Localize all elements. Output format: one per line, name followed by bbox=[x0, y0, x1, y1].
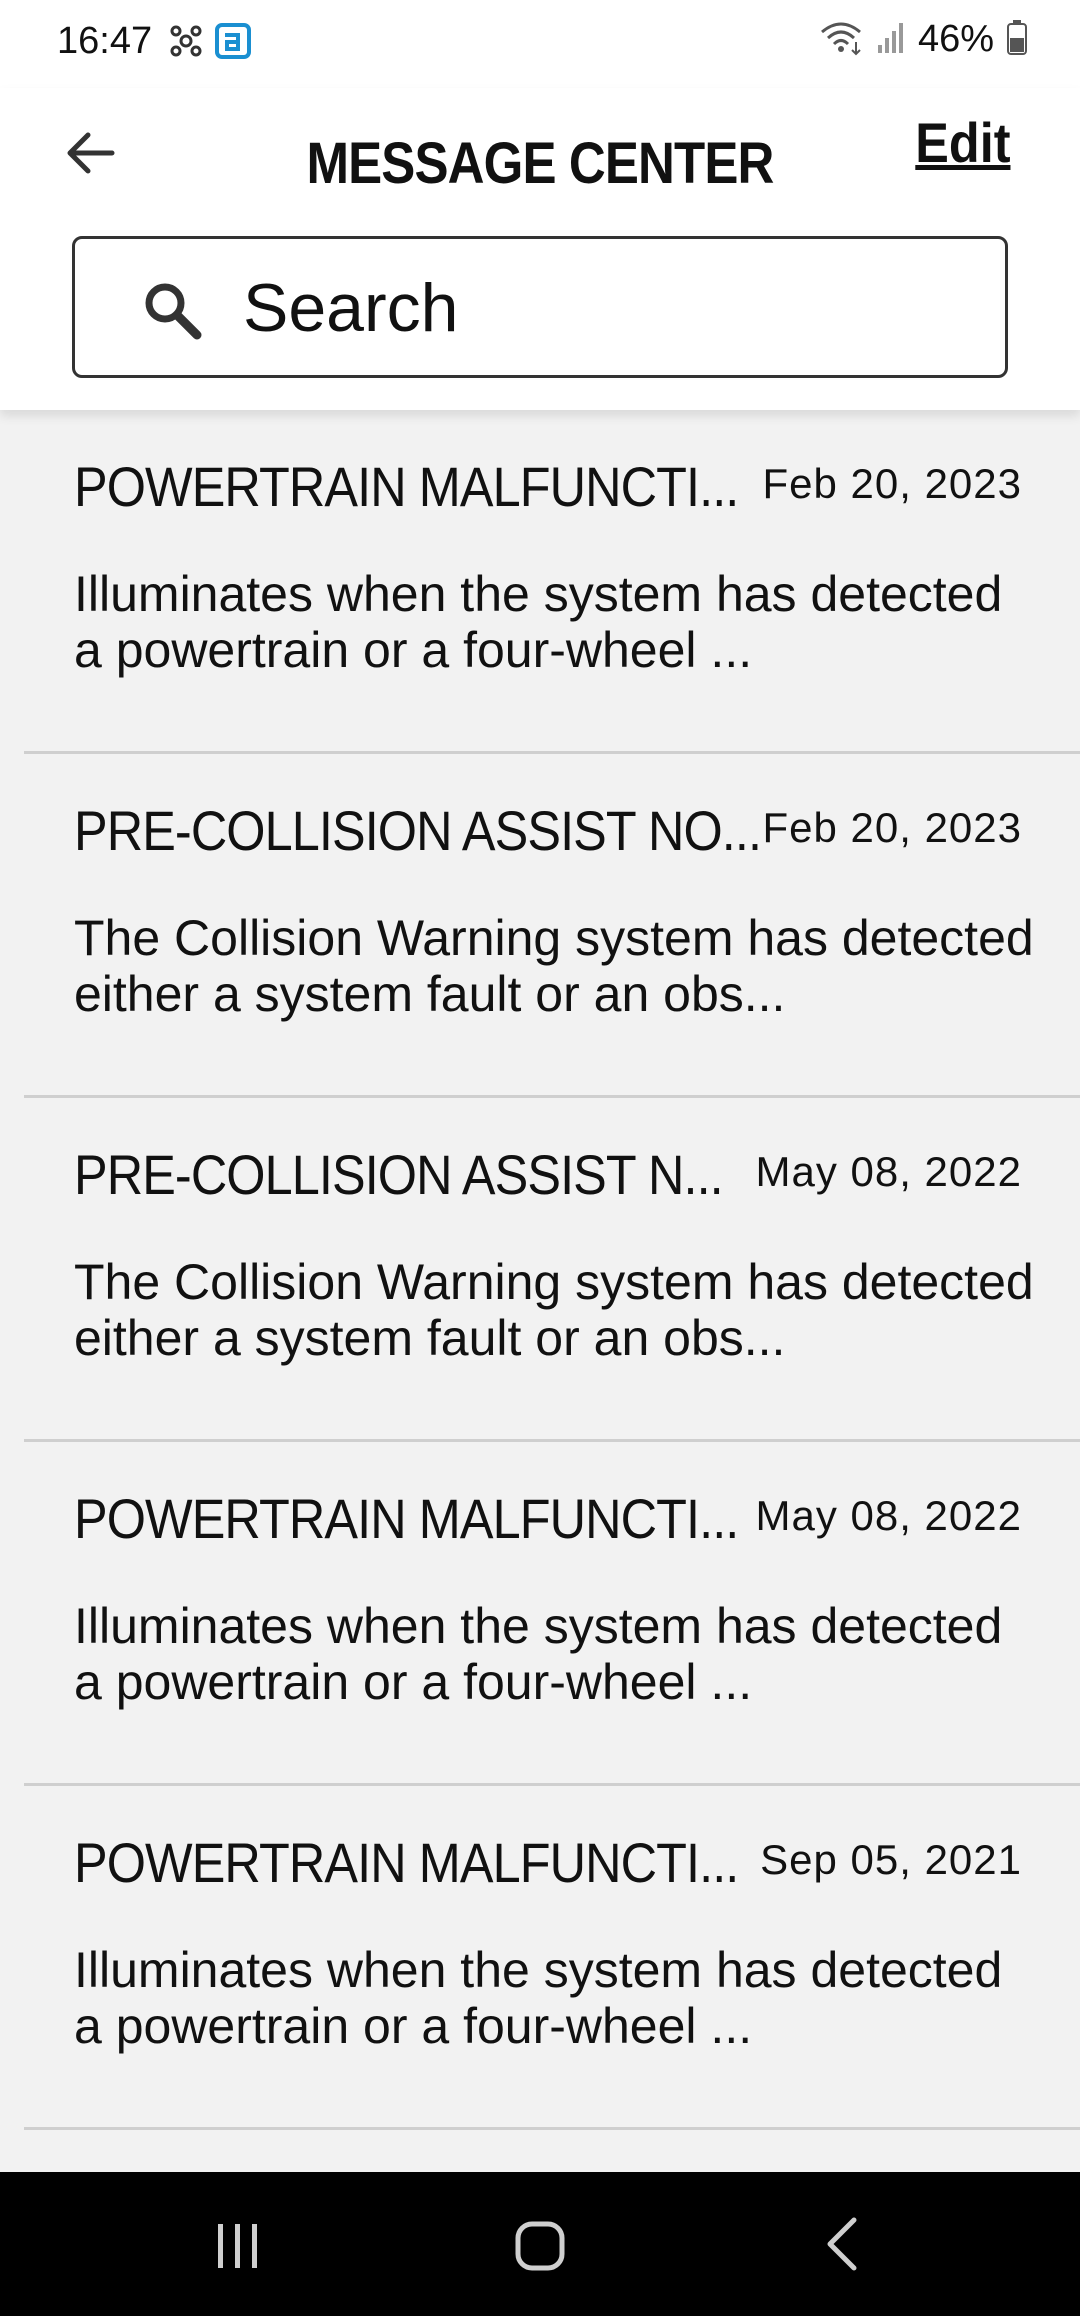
wifi-icon bbox=[818, 18, 864, 61]
battery-icon bbox=[1006, 18, 1028, 61]
app-header: MESSAGE CENTER Edit Search bbox=[0, 88, 1080, 410]
status-icons-right: 46% bbox=[818, 18, 1028, 61]
edit-button[interactable]: Edit bbox=[916, 110, 1011, 175]
message-date: May 08, 2022 bbox=[755, 1148, 1022, 1195]
message-date: Sep 05, 2021 bbox=[760, 1836, 1022, 1883]
message-preview: The Collision Warning system has detecte… bbox=[74, 910, 1034, 1022]
message-item[interactable]: POWERTRAIN MALFUNCTI... Sep 05, 2021 Ill… bbox=[0, 1786, 1080, 2130]
message-list: POWERTRAIN MALFUNCTI... Feb 20, 2023 Ill… bbox=[0, 410, 1080, 2130]
recent-apps-button[interactable] bbox=[210, 2218, 266, 2279]
signal-icon bbox=[876, 19, 906, 60]
battery-percent: 46% bbox=[917, 18, 994, 60]
app-logo-icon bbox=[214, 22, 252, 65]
message-item[interactable]: POWERTRAIN MALFUNCTI... May 08, 2022 Ill… bbox=[0, 1442, 1080, 1786]
message-date: Feb 20, 2023 bbox=[762, 804, 1022, 851]
system-nav-bar bbox=[0, 2172, 1080, 2316]
message-item[interactable]: POWERTRAIN MALFUNCTI... Feb 20, 2023 Ill… bbox=[0, 410, 1080, 754]
message-date: Feb 20, 2023 bbox=[762, 460, 1022, 507]
page-title: MESSAGE CENTER bbox=[306, 131, 775, 196]
message-title: POWERTRAIN MALFUNCTI... bbox=[74, 1831, 739, 1894]
message-title: POWERTRAIN MALFUNCTI... bbox=[74, 455, 739, 518]
home-button[interactable] bbox=[510, 2216, 570, 2281]
search-icon bbox=[145, 283, 202, 340]
message-preview: Illuminates when the system has detected… bbox=[74, 1942, 1003, 2054]
status-icons-left bbox=[168, 22, 252, 65]
search-input[interactable]: Search bbox=[72, 236, 1008, 378]
divider bbox=[24, 2127, 1080, 2130]
network-icon bbox=[168, 23, 204, 64]
message-item[interactable]: PRE-COLLISION ASSIST N... May 08, 2022 T… bbox=[0, 1098, 1080, 1442]
back-icon bbox=[827, 2217, 857, 2271]
nav-back-button[interactable] bbox=[820, 2214, 864, 2279]
message-preview: Illuminates when the system has detected… bbox=[74, 566, 1003, 678]
status-time: 16:47 bbox=[57, 20, 153, 62]
message-preview: Illuminates when the system has detected… bbox=[74, 1598, 1003, 1710]
search-placeholder: Search bbox=[243, 270, 459, 346]
message-item[interactable]: PRE-COLLISION ASSIST NO... Feb 20, 2023 … bbox=[0, 754, 1080, 1098]
home-icon bbox=[515, 2221, 565, 2271]
status-bar: 16:47 46% bbox=[0, 0, 1080, 88]
message-title: PRE-COLLISION ASSIST N... bbox=[74, 1143, 724, 1206]
message-preview: The Collision Warning system has detecte… bbox=[74, 1254, 1034, 1366]
message-title: POWERTRAIN MALFUNCTI... bbox=[74, 1487, 739, 1550]
recent-apps-icon bbox=[218, 2224, 257, 2268]
message-date: May 08, 2022 bbox=[755, 1492, 1022, 1539]
message-title: PRE-COLLISION ASSIST NO... bbox=[74, 799, 762, 862]
